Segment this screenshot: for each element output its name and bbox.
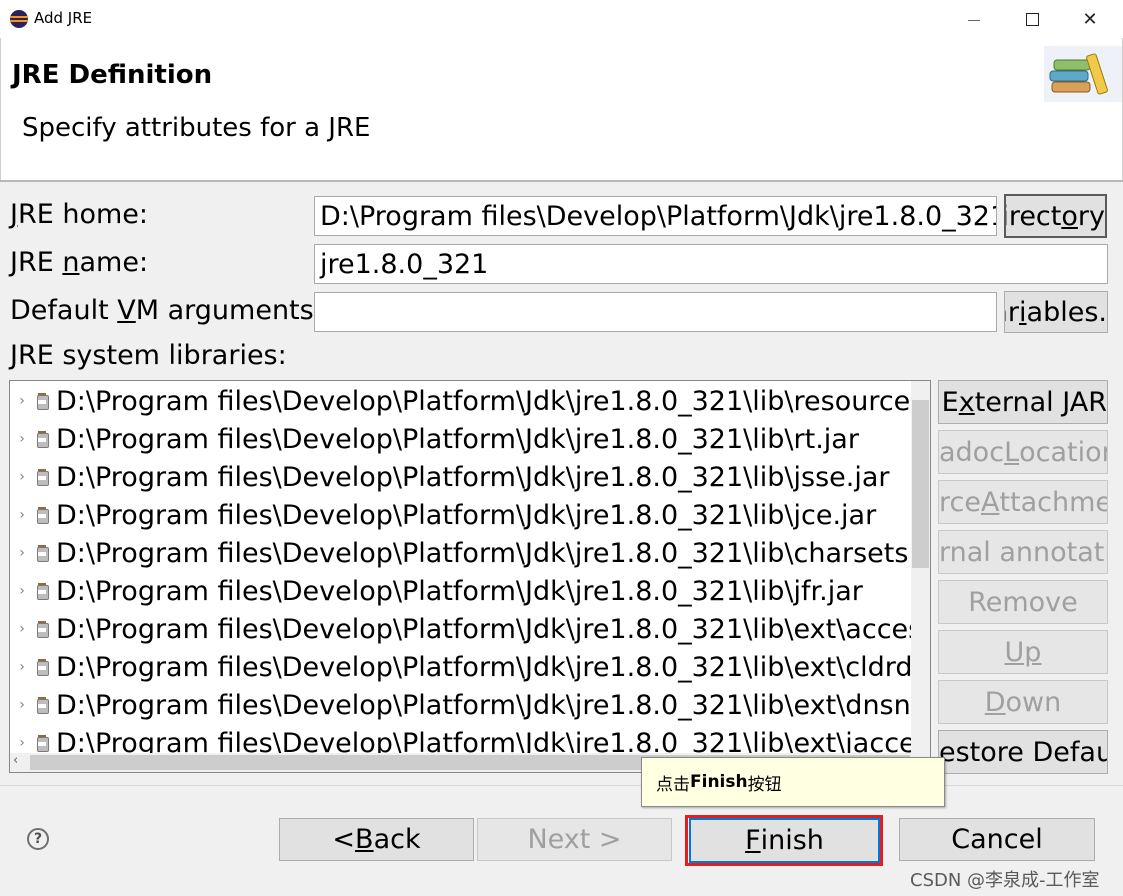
library-path: D:\Program files\Develop\Platform\Jdk\jr… <box>56 385 931 417</box>
jar-icon <box>34 392 50 410</box>
expand-chevron-icon[interactable]: › <box>10 431 34 447</box>
library-row[interactable]: › D:\Program files\Develop\Platform\Jdk\j… <box>10 572 915 610</box>
maximize-button[interactable] <box>1003 0 1061 38</box>
watermark-text: CSDN @李泉成-工作室 <box>910 870 1100 891</box>
eclipse-icon <box>10 10 28 28</box>
expand-chevron-icon[interactable]: › <box>10 583 34 599</box>
jre-name-label: JRE name: <box>10 247 149 278</box>
library-path: D:\Program files\Develop\Platform\Jdk\jr… <box>56 423 859 455</box>
expand-chevron-icon[interactable]: › <box>10 659 34 675</box>
down-button[interactable]: Down <box>938 680 1108 724</box>
annotation-tooltip: 点击 Finish 按钮 <box>641 757 945 807</box>
jar-icon <box>34 620 50 638</box>
page-title: JRE Definition <box>12 60 213 90</box>
scroll-left-icon[interactable]: ‹ <box>13 753 18 768</box>
expand-chevron-icon[interactable]: › <box>10 507 34 523</box>
restore-default-button[interactable]: estore Default <box>938 730 1108 774</box>
library-row[interactable]: › D:\Program files\Develop\Platform\Jdk\j… <box>10 382 930 420</box>
library-row[interactable]: › D:\Program files\Develop\Platform\Jdk\j… <box>10 610 930 648</box>
jar-icon <box>34 506 50 524</box>
jar-icon <box>34 430 50 448</box>
add-external-jars-button[interactable]: d External JAR <box>938 380 1108 424</box>
libraries-tree[interactable]: › D:\Program files\Develop\Platform\Jdk\j… <box>9 380 931 773</box>
next-button[interactable]: Next > <box>477 818 672 861</box>
variables-button[interactable]: ariables. <box>1004 291 1108 333</box>
jar-icon <box>34 582 50 600</box>
jar-icon <box>34 544 50 562</box>
library-row[interactable]: › D:\Program files\Develop\Platform\Jdk\j… <box>10 496 915 534</box>
javadoc-location-button[interactable]: adoc Location <box>938 430 1108 474</box>
library-row[interactable]: › D:\Program files\Develop\Platform\Jdk\j… <box>10 648 930 686</box>
jar-icon <box>34 696 50 714</box>
external-annotations-button[interactable]: rnal annotations <box>938 530 1108 574</box>
library-path: D:\Program files\Develop\Platform\Jdk\jr… <box>56 461 890 493</box>
library-row[interactable]: › D:\Program files\Develop\Platform\Jdk\j… <box>10 458 915 496</box>
expand-chevron-icon[interactable]: › <box>10 469 34 485</box>
footer-divider <box>0 785 1123 786</box>
source-attachment-button[interactable]: rce Attachment <box>938 480 1108 524</box>
library-path: D:\Program files\Develop\Platform\Jdk\jr… <box>56 537 931 569</box>
expand-chevron-icon[interactable]: › <box>10 393 34 409</box>
library-row[interactable]: › D:\Program files\Develop\Platform\Jdk\j… <box>10 420 915 458</box>
cancel-button[interactable]: Cancel <box>899 818 1095 861</box>
maximize-icon <box>1025 12 1039 26</box>
window-title: Add JRE <box>34 9 93 27</box>
minimize-button[interactable] <box>945 0 1003 38</box>
vm-arguments-input[interactable] <box>314 292 997 332</box>
jre-system-libraries-label: JRE system libraries: <box>10 340 287 371</box>
header-divider <box>0 180 1123 182</box>
minimize-icon <box>968 19 980 21</box>
jre-library-icon <box>1044 46 1122 102</box>
back-button[interactable]: < Back <box>279 818 474 861</box>
expand-chevron-icon[interactable]: › <box>10 545 34 561</box>
library-path: D:\Program files\Develop\Platform\Jdk\jr… <box>56 651 931 683</box>
directory-button[interactable]: irect o ry <box>1004 194 1107 238</box>
jar-icon <box>34 734 50 752</box>
library-row[interactable]: › D:\Program files\Develop\Platform\Jdk\j… <box>10 534 930 572</box>
page-description: Specify attributes for a JRE <box>22 113 371 143</box>
jre-home-input[interactable]: D:\Program files\Develop\Platform\Jdk\jr… <box>314 196 997 236</box>
up-button[interactable]: Up <box>938 630 1108 674</box>
jre-home-label: JRE home: <box>10 199 149 230</box>
expand-chevron-icon[interactable]: › <box>10 621 34 637</box>
finish-highlight-box <box>685 815 883 866</box>
jre-name-input[interactable]: jre1.8.0_321 <box>314 244 1108 284</box>
library-path: D:\Program files\Develop\Platform\Jdk\jr… <box>56 575 863 607</box>
library-row[interactable]: › D:\Program files\Develop\Platform\Jdk\j… <box>10 686 930 724</box>
close-button[interactable]: ✕ <box>1061 0 1119 38</box>
library-path: D:\Program files\Develop\Platform\Jdk\jr… <box>56 499 877 531</box>
close-icon: ✕ <box>1082 8 1098 30</box>
library-path: D:\Program files\Develop\Platform\Jdk\jr… <box>56 689 931 721</box>
jar-icon <box>34 468 50 486</box>
remove-button[interactable]: Remove <box>938 580 1108 624</box>
library-path: D:\Program files\Develop\Platform\Jdk\jr… <box>56 613 930 645</box>
vertical-scrollbar-thumb[interactable] <box>912 400 929 568</box>
expand-chevron-icon[interactable]: › <box>10 697 34 713</box>
help-icon[interactable]: ? <box>27 828 49 850</box>
expand-chevron-icon[interactable]: › <box>10 735 34 751</box>
vm-arguments-label: Default VM arguments: <box>10 295 323 326</box>
jar-icon <box>34 658 50 676</box>
